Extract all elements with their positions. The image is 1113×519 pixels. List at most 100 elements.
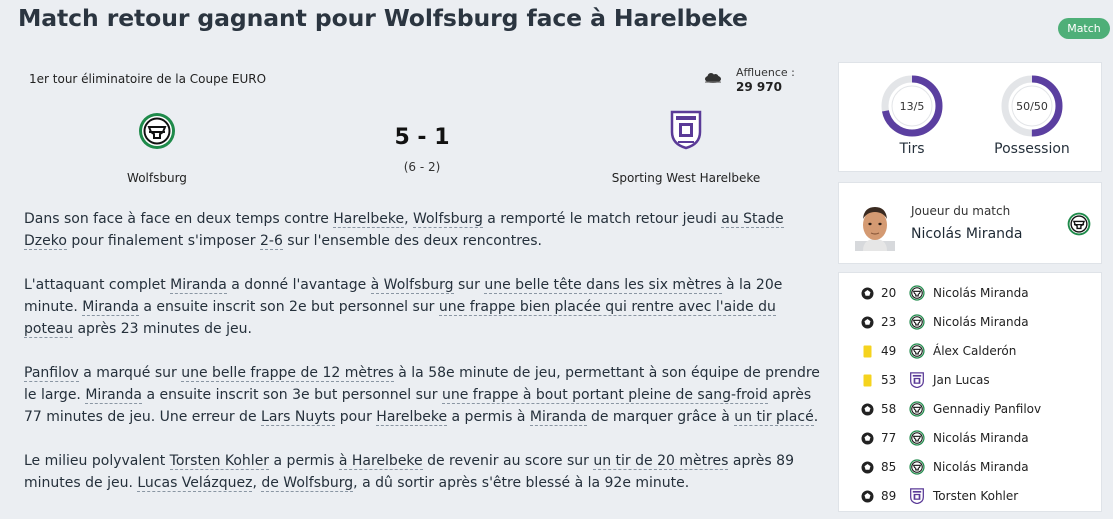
event-minute: 85 — [881, 460, 897, 474]
shots-ring: 13/5 — [881, 75, 943, 137]
event-player[interactable]: Gennadiy Panfilov — [933, 402, 1041, 416]
yellow-card-icon — [863, 374, 872, 387]
event-row[interactable]: 49 Álex Calderón — [839, 337, 1101, 366]
report-text: a ensuite inscrit son 2e but personnel s… — [138, 299, 439, 315]
report-text: pour — [335, 409, 377, 425]
report-link[interactable]: Wolfsburg — [412, 211, 483, 228]
goal-ball-icon — [861, 490, 874, 503]
report-text: a donné l'avantage — [226, 277, 371, 293]
report-link[interactable]: à Wolfsburg — [370, 277, 454, 294]
wolfsburg-crest-icon[interactable] — [138, 112, 176, 150]
report-link[interactable]: une belle tête dans les six mètres — [484, 277, 722, 294]
report-link[interactable]: un tir placé — [734, 409, 814, 426]
event-row[interactable]: 23 Nicolás Miranda — [839, 308, 1101, 337]
wolfsburg-crest-icon — [1067, 212, 1091, 236]
report-link[interactable]: Torsten Kohler — [169, 453, 270, 470]
motm-label: Joueur du match — [911, 204, 1011, 218]
report-text: après 23 minutes de jeu. — [73, 321, 252, 337]
report-link[interactable]: Panfilov — [24, 365, 79, 382]
motm-panel[interactable]: Joueur du match Nicolás Miranda — [838, 182, 1102, 264]
event-player[interactable]: Nicolás Miranda — [933, 315, 1029, 329]
report-text: a marqué sur — [78, 365, 182, 381]
report-link[interactable]: Miranda — [82, 299, 139, 316]
report-text: a remporté le match retour jeudi — [482, 211, 722, 227]
goal-ball-icon — [861, 403, 874, 416]
wolfsburg-crest-icon — [909, 314, 925, 330]
stats-panel: 13/5 Tirs 50/50 Possession — [838, 62, 1102, 172]
goal-ball-icon — [861, 287, 874, 300]
report-link[interactable]: Miranda — [170, 277, 227, 294]
report-link[interactable]: un tir de 20 mètres — [593, 453, 729, 470]
event-row[interactable]: 58 Gennadiy Panfilov — [839, 395, 1101, 424]
goal-ball-icon — [861, 461, 874, 474]
home-team-name[interactable]: Wolfsburg — [88, 171, 226, 185]
report-paragraph: Le milieu polyvalent Torsten Kohler a pe… — [24, 450, 824, 494]
final-score: 5 - 1 — [394, 125, 450, 150]
harelbeke-crest-icon — [910, 488, 924, 504]
report-text: de marquer grâce à — [586, 409, 735, 425]
report-link[interactable]: Miranda — [85, 387, 142, 404]
report-text: a ensuite inscrit son 3e but personnel s… — [142, 387, 442, 403]
event-row[interactable]: 53 Jan Lucas — [839, 366, 1101, 395]
report-paragraph: Dans son face à face en deux temps contr… — [24, 208, 824, 252]
wolfsburg-crest-icon — [909, 430, 925, 446]
event-row[interactable]: 20 Nicolás Miranda — [839, 279, 1101, 308]
report-link[interactable]: à Harelbeke — [338, 453, 423, 470]
event-player[interactable]: Torsten Kohler — [933, 489, 1018, 503]
report-link[interactable]: Harelbeke — [376, 409, 448, 426]
report-link[interactable]: une frappe à bout portant pleine de sang… — [441, 387, 768, 404]
harelbeke-crest-icon — [910, 372, 924, 388]
event-player[interactable]: Nicolás Miranda — [933, 431, 1029, 445]
page-title: Match retour gagnant pour Wolfsburg face… — [18, 4, 748, 32]
event-minute: 58 — [881, 402, 897, 416]
wolfsburg-crest-icon — [909, 343, 925, 359]
report-text: sur — [453, 277, 485, 293]
event-player[interactable]: Nicolás Miranda — [933, 286, 1029, 300]
report-link[interactable]: 2-6 — [259, 233, 283, 250]
event-row[interactable]: 89 Torsten Kohler — [839, 482, 1101, 511]
attendance-label: Affluence : — [736, 66, 795, 79]
report-text: L'attaquant complet — [24, 277, 171, 293]
report-link[interactable]: Lars Nuyts — [261, 409, 336, 426]
report-link[interactable]: Harelbeke — [333, 211, 405, 228]
report-text: , — [404, 211, 413, 227]
report-link[interactable]: Lucas Velázquez — [137, 475, 253, 492]
event-player[interactable]: Álex Calderón — [933, 344, 1016, 358]
shots-label: Tirs — [899, 141, 925, 157]
event-row[interactable]: 85 Nicolás Miranda — [839, 453, 1101, 482]
competition-name: 1er tour éliminatoire de la Coupe EURO — [29, 72, 267, 86]
player-avatar — [855, 207, 895, 251]
report-link[interactable]: de Wolfsburg — [261, 475, 354, 492]
cloud-icon — [705, 73, 721, 83]
aggregate-score: (6 - 2) — [403, 160, 441, 174]
goal-ball-icon — [861, 432, 874, 445]
wolfsburg-crest-icon — [909, 285, 925, 301]
event-minute: 20 — [881, 286, 897, 300]
event-minute: 89 — [881, 489, 897, 503]
events-panel: 20 Nicolás Miranda 23 Nicolás Miranda 49 Álex… — [838, 272, 1102, 512]
possession-ring: 50/50 — [1001, 75, 1063, 137]
motm-player-name[interactable]: Nicolás Miranda — [911, 226, 1022, 242]
event-row[interactable]: 77 Nicolás Miranda — [839, 424, 1101, 453]
report-link[interactable]: une belle frappe de 12 mètres — [181, 365, 394, 382]
match-badge[interactable]: Match — [1058, 18, 1110, 39]
report-text: sur l'ensemble des deux rencontres. — [282, 233, 543, 249]
wolfsburg-crest-icon — [909, 401, 925, 417]
report-link[interactable]: Miranda — [529, 409, 587, 426]
event-minute: 49 — [881, 344, 897, 358]
report-text: . — [813, 409, 819, 425]
report-paragraph: Panfilov a marqué sur une belle frappe d… — [24, 362, 824, 428]
away-team-name[interactable]: Sporting West Harelbeke — [606, 171, 766, 185]
event-player[interactable]: Jan Lucas — [933, 373, 990, 387]
report-text: , a dû sortir après s'être blessé à la 9… — [353, 475, 690, 491]
harelbeke-crest-icon[interactable] — [670, 110, 702, 150]
event-minute: 53 — [881, 373, 897, 387]
event-minute: 77 — [881, 431, 897, 445]
goal-ball-icon — [861, 316, 874, 329]
possession-value: 50/50 — [1016, 100, 1048, 113]
report-text: a permis à — [447, 409, 530, 425]
report-text: pour finalement s'imposer — [66, 233, 260, 249]
event-player[interactable]: Nicolás Miranda — [933, 460, 1029, 474]
report-text: Dans son face à face en deux temps contr… — [24, 211, 334, 227]
report-paragraph: L'attaquant complet Miranda a donné l'av… — [24, 274, 824, 340]
